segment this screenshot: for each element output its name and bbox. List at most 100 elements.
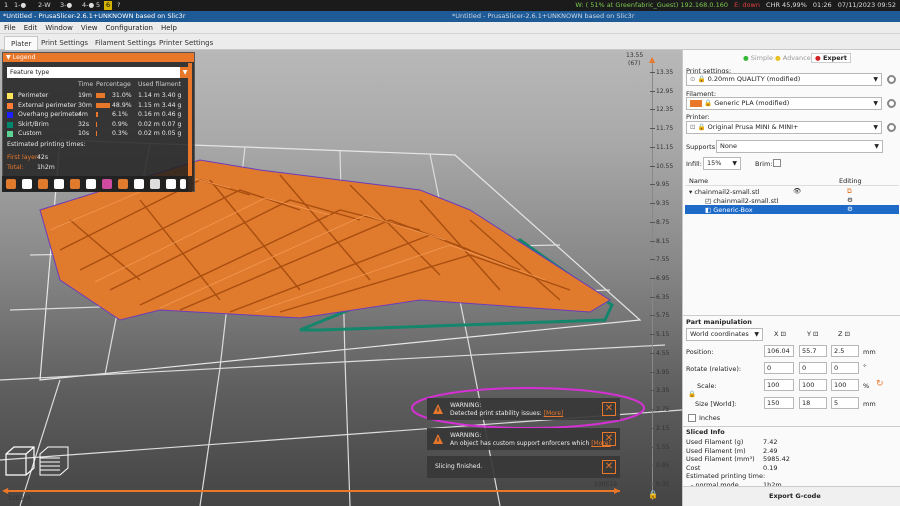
close-icon[interactable]: ✕ (602, 460, 616, 474)
print-settings-combo[interactable]: ⊙ 🔒 0.20mm QUALITY (modified) ▼ (686, 73, 882, 86)
supports-combo[interactable]: None ▼ (716, 140, 883, 153)
legend-row[interactable]: Skirt/Brim 32s 0.9% 0.02 m 0.07 g (7, 120, 193, 129)
rotate-z-input[interactable]: 0 (831, 362, 859, 374)
workspace-help[interactable]: ? (115, 1, 122, 10)
layer-tick-label: 11.75 (656, 125, 674, 133)
menu-help[interactable]: Help (161, 24, 177, 32)
mode-advanced[interactable]: ● Advanced (775, 54, 815, 62)
export-gcode-button[interactable]: Export G-code (683, 486, 900, 506)
scale-x-input[interactable]: 100 (764, 379, 794, 391)
view-type-select[interactable]: Feature type ▼ (7, 67, 190, 78)
menu-window[interactable]: Window (45, 24, 73, 32)
position-y-input[interactable]: 55.7 (799, 345, 827, 357)
custom-gcodes-icon[interactable] (134, 179, 144, 189)
workspace-6-active[interactable]: 6 (104, 1, 113, 10)
close-icon[interactable]: ✕ (602, 432, 616, 446)
shells-icon[interactable] (150, 179, 160, 189)
menu-file[interactable]: File (4, 24, 16, 32)
brim-checkbox[interactable] (773, 159, 781, 167)
gear-icon[interactable] (887, 75, 896, 84)
color-changes-icon[interactable] (102, 179, 112, 189)
layer-tick-label: 6.95 (656, 275, 670, 282)
feature-percentage-bar (96, 131, 97, 136)
menu-edit[interactable]: Edit (24, 24, 38, 32)
inches-checkbox[interactable] (688, 414, 696, 422)
tool-marker-icon[interactable] (166, 179, 176, 189)
filament-combo[interactable]: 🔒 Generic PLA (modified) ▼ (686, 97, 882, 110)
notification-text: Slicing finished. (435, 463, 483, 470)
list-item-selected[interactable]: ◧ Generic-Box ⚙ (685, 205, 899, 214)
workspace-1b[interactable]: 1-● (12, 1, 28, 10)
deretractions-icon[interactable] (54, 179, 64, 189)
clock-time: 01:26 (812, 1, 832, 9)
reset-scale-icon[interactable]: ↻ (876, 379, 884, 389)
gear-icon[interactable] (887, 99, 896, 108)
eye-icon[interactable]: 👁 (793, 187, 801, 195)
printer-combo[interactable]: ⊡ 🔒 Original Prusa MINI & MINI+ ▼ (686, 121, 882, 134)
move-slider[interactable]: ◀ ▶ 100309 100519 (0, 480, 628, 506)
scale-z-input[interactable]: 100 (831, 379, 859, 391)
pause-prints-icon[interactable] (118, 179, 128, 189)
tab-printer-settings[interactable]: Printer Settings (153, 36, 219, 50)
divider (683, 426, 900, 427)
toolchanges-icon[interactable] (86, 179, 96, 189)
gear-icon[interactable]: ⚙ (847, 196, 853, 204)
menu-configuration[interactable]: Configuration (106, 24, 153, 32)
wipe-icon[interactable] (22, 179, 32, 189)
size-y-input[interactable]: 18 (799, 397, 827, 409)
legend-row[interactable]: Overhang perimeter 4m 6.1% 0.16 m 0.46 g (7, 110, 193, 119)
edit-icon[interactable]: ⧉ (847, 187, 852, 196)
size-z-input[interactable]: 5 (831, 397, 859, 409)
layer-tick (650, 240, 655, 242)
left-thumb-icon[interactable]: ◀ (2, 486, 8, 495)
sidebar-panel: ● Simple ● Advanced ● Expert Print setti… (682, 50, 900, 506)
layer-slider[interactable]: 13.55 (67) 13.35 12.95 12.35 11.75 11.15 10.5… (626, 50, 682, 506)
gear-icon[interactable]: ⚙ (847, 205, 853, 213)
workspace-5[interactable]: 5 (94, 1, 102, 10)
legend-row[interactable]: External perimeter 30m 48.9% 1.15 m 3.44 g (7, 101, 193, 110)
retractions-icon[interactable] (38, 179, 48, 189)
workspace-2[interactable]: 2-W (36, 1, 53, 10)
workspace-1[interactable]: 1 (2, 1, 10, 10)
tab-print-settings[interactable]: Print Settings (35, 36, 94, 50)
move-left-value: 100309 (8, 495, 31, 502)
rotate-y-input[interactable]: 0 (799, 362, 827, 374)
feature-time: 32s (78, 120, 90, 128)
layer-tick (650, 259, 655, 261)
lock-icon[interactable]: 🔒 (688, 390, 696, 398)
mode-expert[interactable]: ● Expert (811, 53, 851, 63)
mode-simple[interactable]: ● Simple (743, 54, 773, 62)
travel-icon[interactable] (6, 179, 16, 189)
legend-row[interactable]: Perimeter 19m 31.0% 1.14 m 3.40 g (7, 91, 193, 100)
scale-y-input[interactable]: 100 (799, 379, 827, 391)
printer-label: Printer: (686, 113, 710, 121)
position-z-input[interactable]: 2.5 (831, 345, 859, 357)
lock-icon[interactable]: 🔒 (648, 490, 658, 499)
more-link[interactable]: [More] (544, 410, 564, 417)
feature-percentage: 6.1% (112, 111, 128, 118)
tab-plater[interactable]: Plater (4, 36, 39, 50)
position-x-input[interactable]: 106.04 (764, 345, 794, 357)
part-name: chainmail2-small.stl (713, 197, 779, 205)
tab-filament-settings[interactable]: Filament Settings (89, 36, 162, 50)
cube-icons (5, 446, 69, 476)
legend-header[interactable]: ▼ Legend (3, 53, 194, 62)
menu-view[interactable]: View (81, 24, 98, 32)
upper-thumb-icon[interactable]: ▲ (649, 55, 655, 64)
gear-icon[interactable] (887, 123, 896, 132)
legend-row[interactable]: Custom 10s 0.3% 0.02 m 0.05 g (7, 129, 193, 138)
workspace-3[interactable]: 3-● (58, 1, 74, 10)
legend-swatch (7, 112, 13, 118)
infill-combo[interactable]: 15% ▼ (703, 157, 741, 170)
sliced-info-value: 2.49 (763, 446, 778, 455)
size-x-input[interactable]: 150 (764, 397, 794, 409)
seams-icon[interactable] (70, 179, 80, 189)
coordinates-combo[interactable]: World coordinates ▼ (686, 328, 763, 341)
legend-toggle-icon[interactable] (180, 179, 186, 189)
layer-tick (650, 221, 655, 223)
legend-scrollbar[interactable] (188, 63, 192, 193)
unit-mm: mm (863, 348, 876, 356)
layer-tick-label: 0.35 (656, 481, 670, 488)
rotate-x-input[interactable]: 0 (764, 362, 794, 374)
close-icon[interactable]: ✕ (602, 402, 616, 416)
